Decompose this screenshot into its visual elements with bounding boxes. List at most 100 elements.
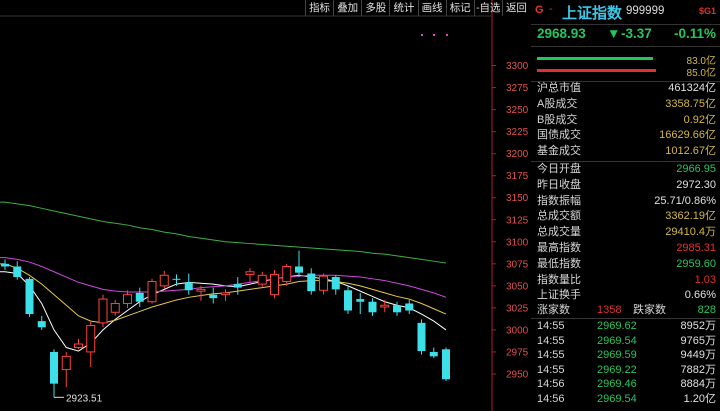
toolbar-multistock-button[interactable]: 多股 [361, 0, 389, 16]
candle-body [159, 274, 169, 287]
tick-time: 14:56 [537, 392, 565, 405]
tick-price: 2969.22 [597, 363, 637, 376]
price-row: 2968.93 ▼ -3.37 -0.11% [531, 24, 720, 47]
axis-tick-label: 3225 [506, 127, 529, 138]
candle-body [245, 271, 255, 275]
candle-body [110, 302, 120, 313]
candle-body [1, 263, 9, 267]
axis-tick-label: 3275 [506, 83, 529, 94]
green-flow-bar [537, 57, 654, 60]
candle-body [98, 298, 108, 324]
tick-time: 14:55 [537, 320, 565, 332]
candle-body [50, 351, 58, 384]
marker-dot [421, 34, 423, 36]
tick-row: 14:56 2969.54 1.20亿 [531, 392, 720, 407]
stat-row: 今日开盘 2966.95 [531, 162, 720, 178]
stat-label: A股成交 [537, 97, 578, 110]
stat-value: 29410.4万 [665, 226, 716, 239]
candle-body [282, 265, 292, 282]
candle-body [123, 294, 132, 304]
stat-row: 昨日收盘 2972.30 [531, 178, 720, 194]
tick-row: 14:55 2969.62 8952万 [531, 319, 720, 334]
axis-tick-label: 3025 [506, 303, 529, 314]
stat-label: 国债成交 [537, 129, 581, 142]
stat-label: 最高指数 [537, 241, 581, 254]
candle-body [331, 277, 340, 290]
axis-tick-label: 3200 [506, 149, 529, 160]
flow-bars: 83.0亿 85.0亿 [531, 47, 720, 82]
candle-body [209, 294, 218, 299]
toolbar-overlay-button[interactable]: 叠加 [333, 0, 361, 16]
candle-body [295, 266, 303, 273]
stat-value: 2985.31 [676, 241, 716, 254]
tick-vol: 8884万 [680, 378, 716, 391]
axis-tick-label: 2950 [506, 369, 529, 380]
tick-price: 2969.46 [597, 378, 637, 391]
candle-body [233, 284, 242, 288]
candle-body [405, 303, 414, 311]
tick-row: 14:55 2969.59 9449万 [531, 348, 720, 363]
price-change-pct: -0.11% [673, 26, 716, 41]
candle-body [319, 275, 328, 291]
stat-row: 基金成交 1012.67亿 [531, 144, 720, 160]
stat-row: 国债成交 16629.66亿 [531, 128, 720, 144]
toolbar-watchlist-button[interactable]: -自选 [473, 0, 502, 16]
stat-label: 沪总市值 [537, 82, 581, 94]
index-code: 999999 [626, 5, 665, 17]
axis-tick-label: 3075 [506, 259, 529, 270]
candle-body [393, 305, 401, 313]
stat-label: 总成交量 [537, 226, 581, 239]
advance-decline-row: 涨家数 1358 跌家数 828 [531, 302, 720, 319]
tick-list[interactable]: 14:55 2969.62 8952万 14:55 2969.54 9765万 14:55 2… [531, 319, 720, 407]
header-dash: - [549, 3, 553, 15]
ma-line [0, 201, 447, 264]
toolbar-mark-button[interactable]: 标记 [445, 0, 474, 16]
stat-value: 2959.60 [676, 257, 716, 270]
candle-body [221, 292, 230, 296]
axis-tick-label: 3000 [506, 325, 529, 336]
kline-chart[interactable]: 3300 3275 3250 3225 3200 3175 3150 3125 3100 3075… [0, 0, 531, 411]
market-tag: $G1 [698, 6, 716, 16]
tick-price: 2969.62 [597, 320, 637, 332]
quote-header: G - 上证指数 999999 $G1 [531, 0, 720, 25]
stat-value: 2972.30 [676, 178, 716, 191]
stat-row: 最低指数 2959.60 [531, 257, 720, 273]
tick-row: 14:55 2969.54 9765万 [531, 334, 720, 349]
axis-tick-label: 3250 [506, 105, 529, 116]
stat-label: 昨日收盘 [537, 178, 581, 191]
decline-label: 跌家数 [633, 304, 666, 316]
tick-vol: 1.20亿 [683, 392, 716, 405]
axis-tick-label: 3300 [506, 61, 529, 72]
stat-row: 指数量比 1.03 [531, 273, 720, 289]
stat-label: 总成交额 [537, 210, 581, 223]
candle-body [307, 273, 316, 292]
stat-value: 461324亿 [668, 82, 716, 94]
candle-body [86, 325, 96, 353]
market-stats: 沪总市值 461324亿 A股成交 3358.75亿 B股成交 0.92亿 国债成交 1662… [531, 81, 720, 160]
candle-body [429, 351, 438, 357]
low-annotation-label: 2923.51 [66, 393, 103, 404]
candle-body [196, 288, 206, 292]
candle-body [442, 349, 450, 380]
tick-price: 2969.59 [597, 349, 637, 362]
candle-body [257, 274, 267, 285]
market-prefix: G [535, 4, 544, 16]
tick-row: 14:56 2969.46 8884万 [531, 377, 720, 392]
toolbar-drawline-button[interactable]: 画线 [417, 0, 446, 16]
stat-value: 16629.66亿 [659, 129, 716, 142]
tick-time: 14:55 [537, 363, 565, 376]
candle-body [135, 292, 144, 302]
toolbar: 指标 叠加 多股 统计 画线 标记 -自选 返回 [305, 0, 530, 16]
candle-body [37, 321, 46, 328]
toolbar-stats-button[interactable]: 统计 [389, 0, 417, 16]
toolbar-back-button[interactable]: 返回 [501, 0, 530, 16]
stat-label: 最低指数 [537, 257, 581, 270]
candle-body [417, 322, 426, 352]
stat-label: 今日开盘 [537, 163, 581, 175]
decline-count: 828 [697, 304, 716, 316]
toolbar-indicator-button[interactable]: 指标 [305, 0, 333, 16]
candle-body [344, 290, 352, 311]
tick-vol: 9765万 [680, 334, 716, 347]
candle-body [368, 301, 377, 313]
index-stats: 今日开盘 2966.95 昨日收盘 2972.30 指数振幅 25.71/0.86% 总成交… [531, 162, 720, 304]
